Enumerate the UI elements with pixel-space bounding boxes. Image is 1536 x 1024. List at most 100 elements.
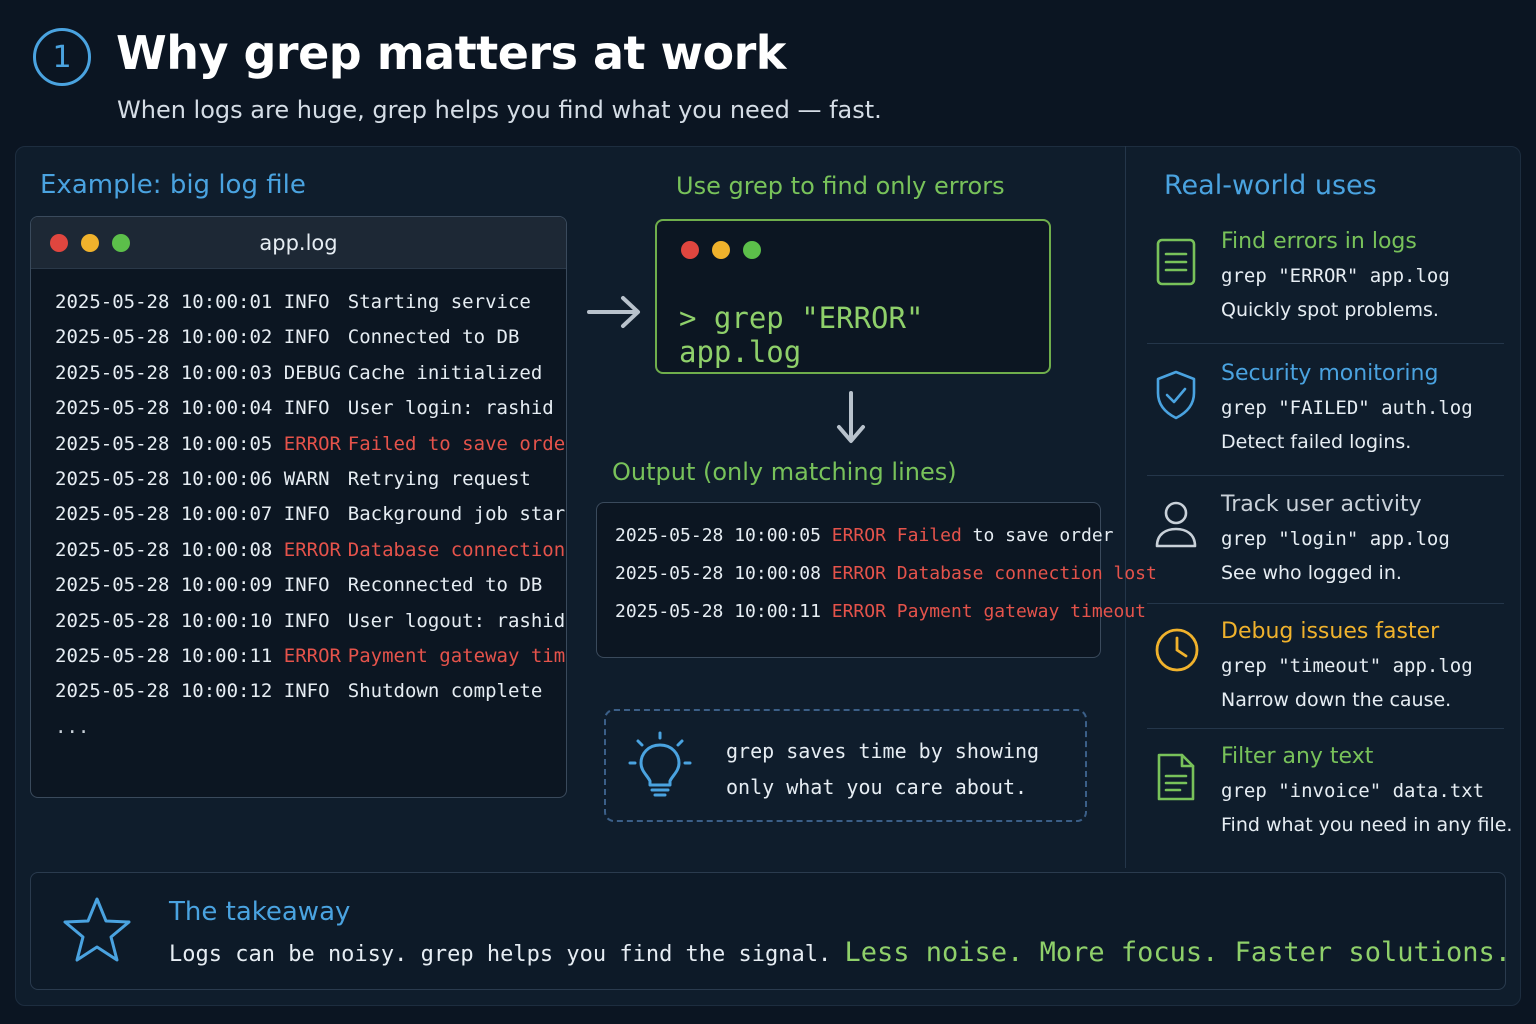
output-error: ERROR Database connection lost [831,563,1157,584]
output-heading: Output (only matching lines) [612,458,957,486]
log-level: INFO [283,291,330,313]
log-window-titlebar: app.log [31,217,566,269]
use-item: Filter any text grep "invoice" data.txt Fi… [1150,744,1512,844]
example-heading: Example: big log file [40,170,306,200]
log-timestamp: 2025-05-28 10:00:10 [55,609,273,632]
file-text-icon [1154,752,1198,806]
output-line: 2025-05-28 10:00:05 ERROR Failed to save… [615,525,1114,546]
log-message: Cache initialized [347,361,543,384]
log-line: 2025-05-28 10:00:03 DEBUG Cache initializ… [55,356,566,391]
output-timestamp: 2025-05-28 10:00:11 [615,601,821,622]
use-description: Narrow down the cause. [1221,689,1452,711]
log-level: ERROR [283,432,341,455]
command-window: > grep "ERROR" app.log [655,219,1051,374]
tip-box: grep saves time by showing only what you… [604,709,1087,822]
use-separator [1147,603,1504,604]
log-line: 2025-05-28 10:00:11 ERROR Payment gateway… [55,639,566,674]
log-message: Payment gateway timeout [347,644,566,667]
use-command: grep "invoice" data.txt [1221,780,1485,802]
log-message: Database connection lost [347,538,566,561]
command-heading: Use grep to find only errors [676,172,1005,200]
log-lines: 2025-05-28 10:00:01 INFO Starting service… [55,285,567,745]
log-timestamp: 2025-05-28 10:00:06 [55,467,273,490]
log-level: WARN [283,467,330,490]
log-line: 2025-05-28 10:00:08 ERROR Database connec… [55,533,566,568]
takeaway-panel: The takeaway Logs can be noisy. grep hel… [30,872,1511,990]
use-title: Track user activity [1221,492,1422,517]
log-level: INFO [283,680,330,703]
log-message: User logout: rashid [347,609,566,632]
log-line: 2025-05-28 10:00:02 INFO Connected to DB [55,320,566,355]
takeaway-title: The takeaway [169,897,351,927]
output-line: 2025-05-28 10:00:11 ERROR Payment gatewa… [615,601,1146,622]
log-timestamp: 2025-05-28 10:00:11 [55,644,273,667]
user-icon [1154,500,1198,554]
log-level: INFO [283,574,330,597]
use-separator [1147,475,1504,476]
use-separator [1147,728,1504,729]
log-timestamp: 2025-05-28 10:00:09 [55,574,273,597]
use-command: grep "ERROR" app.log [1221,265,1450,287]
output-line: 2025-05-28 10:00:08 ERROR Database conne… [615,563,1157,584]
log-message: Connected to DB [347,326,520,349]
takeaway-body: Logs can be noisy. grep helps you find t… [169,942,845,967]
log-timestamp: 2025-05-28 10:00:07 [55,503,273,526]
use-title: Filter any text [1221,744,1374,769]
use-item: Find errors in logs grep "ERROR" app.log Q… [1150,229,1504,329]
use-title: Find errors in logs [1221,229,1417,254]
takeaway-highlight: Less noise. More focus. Faster solutions… [844,937,1511,968]
use-item: Debug issues faster grep "timeout" app.lo… [1150,619,1504,719]
output-timestamp: 2025-05-28 10:00:08 [615,563,821,584]
log-line: 2025-05-28 10:00:05 ERROR Failed to save … [55,427,567,462]
arrow-down-icon [837,391,865,443]
log-level: INFO [283,503,330,526]
tip-line-2: only what you care about. [726,775,1028,799]
use-separator [1147,343,1504,344]
log-message: Failed to save order [347,432,567,455]
log-ellipsis: ... [55,715,90,738]
log-window: app.log 2025-05-28 10:00:01 INFO Starting… [30,216,567,798]
log-message: Reconnected to DB [347,574,543,597]
arrow-right-icon [587,296,640,328]
use-description: Find what you need in any file. [1221,814,1513,836]
log-timestamp: 2025-05-28 10:00:12 [55,680,273,703]
use-description: Quickly spot problems. [1221,299,1439,321]
log-level: INFO [283,326,330,349]
star-icon [63,897,131,962]
log-timestamp: 2025-05-28 10:00:03 [55,361,273,384]
log-level: INFO [283,609,330,632]
log-message: Starting service [347,291,531,313]
log-message: User login: rashid [347,397,554,420]
lightbulb-icon [628,731,692,797]
log-line: 2025-05-28 10:00:06 WARN Retrying request [55,462,566,497]
log-level: DEBUG [283,361,341,384]
log-timestamp: 2025-05-28 10:00:04 [55,397,273,420]
use-title: Security monitoring [1221,361,1439,386]
log-line: 2025-05-28 10:00:10 INFO User logout: ras… [55,604,566,639]
use-description: Detect failed logins. [1221,431,1412,453]
log-timestamp: 2025-05-28 10:00:01 [55,291,273,313]
use-title: Debug issues faster [1221,619,1440,644]
document-icon [1154,237,1198,291]
use-command: grep "timeout" app.log [1221,655,1473,677]
output-rest: to save order [961,525,1114,546]
output-timestamp: 2025-05-28 10:00:05 [615,525,821,546]
output-box: 2025-05-28 10:00:05 ERROR Failed to save… [596,502,1157,658]
log-line: 2025-05-28 10:00:09 INFO Reconnected to D… [55,568,566,603]
use-command: grep "FAILED" auth.log [1221,397,1473,419]
log-message: Shutdown complete [347,680,543,703]
tip-line-1: grep saves time by showing [726,739,1040,763]
shield-check-icon [1154,369,1198,425]
page-subtitle: When logs are huge, grep helps you find … [117,96,882,124]
log-level: ERROR [283,644,341,667]
use-description: See who logged in. [1221,562,1402,584]
column-divider [1125,146,1126,868]
log-line: 2025-05-28 10:00:04 INFO User login: rash… [55,391,566,426]
uses-heading: Real-world uses [1164,170,1377,201]
minimize-dot-icon [712,241,730,259]
log-message: Retrying request [347,467,531,490]
maximize-dot-icon [743,241,761,259]
clock-icon [1154,627,1200,677]
tip-text: grep saves time by showing only what you… [726,733,1039,805]
log-timestamp: 2025-05-28 10:00:05 [55,432,273,455]
